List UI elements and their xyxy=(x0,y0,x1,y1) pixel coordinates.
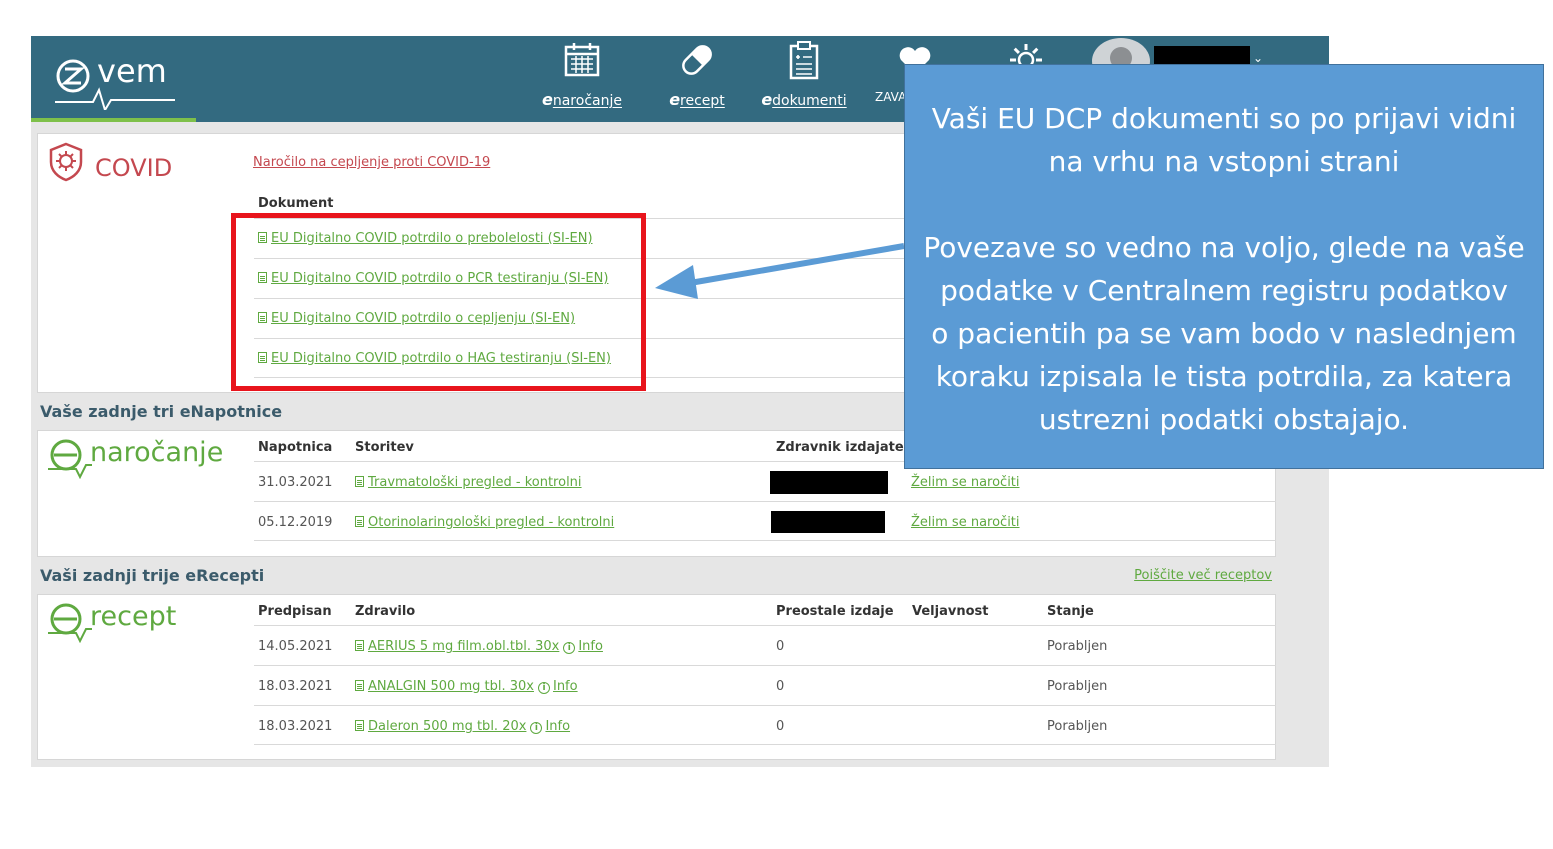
napotnice-heading: Vaše zadnje tri eNapotnice xyxy=(40,402,283,421)
calendar-icon xyxy=(564,43,600,77)
recepti-panel: recept Predpisan Zdravilo Preostale izda… xyxy=(37,594,1276,760)
prescribed-date: 18.03.2021 xyxy=(258,679,333,694)
nav-edokumenti[interactable]: edokumenti xyxy=(753,36,855,122)
column-header-zdravilo: Zdravilo xyxy=(355,604,416,619)
column-header-dokument: Dokument xyxy=(258,196,334,211)
prescribed-date: 14.05.2021 xyxy=(258,639,333,654)
callout-box: Vaši EU DCP dokumenti so po prijavi vidn… xyxy=(904,64,1544,469)
recepti-table: Predpisan Zdravilo Preostale izdaje Velj… xyxy=(254,595,1276,761)
highlight-box xyxy=(231,213,646,391)
redacted-username xyxy=(1154,46,1250,66)
column-header-preostale: Preostale izdaje xyxy=(776,604,894,619)
table-row: 05.12.2019 Otorinolaringološki pregled -… xyxy=(254,501,1276,541)
column-header-storitev: Storitev xyxy=(355,440,414,455)
book-appointment-link[interactable]: Želim se naročiti xyxy=(911,475,1020,490)
callout-line: podatke v Centralnem registru podatkov xyxy=(940,274,1508,307)
status: Porabljen xyxy=(1047,639,1108,654)
redacted-doctor xyxy=(771,511,885,533)
recepti-heading: Vaši zadnji trije eRecepti xyxy=(40,566,265,585)
table-row: 18.03.2021 Daleron 500 mg tbl. 20x i Info … xyxy=(254,705,1276,745)
drug-link[interactable]: AERIUS 5 mg film.obl.tbl. 30x xyxy=(368,639,559,654)
chevron-down-icon[interactable]: ⌄ xyxy=(1253,51,1263,65)
nav-erecept-label: recept xyxy=(680,93,725,109)
column-header-veljavnost: Veljavnost xyxy=(912,604,989,619)
remaining-count: 0 xyxy=(776,639,785,654)
document-icon xyxy=(355,476,364,487)
info-link[interactable]: Info xyxy=(553,679,578,694)
status: Porabljen xyxy=(1047,719,1108,734)
column-header-stanje: Stanje xyxy=(1047,604,1094,619)
info-link[interactable]: Info xyxy=(545,719,570,734)
callout-line: Vaši EU DCP dokumenti so po prijavi vidn… xyxy=(931,102,1517,135)
covid-title: COVID xyxy=(95,154,173,182)
napotnica-date: 31.03.2021 xyxy=(258,475,333,490)
nav-erecept[interactable]: erecept xyxy=(653,36,741,122)
remaining-count: 0 xyxy=(776,679,785,694)
enarocanje-logo-text: naročanje xyxy=(90,437,224,468)
svg-text:vem: vem xyxy=(97,52,167,90)
info-icon[interactable]: i xyxy=(563,642,576,654)
vaccination-order-link[interactable]: Naročilo na cepljenje proti COVID-19 xyxy=(253,155,490,170)
service-link[interactable]: Otorinolaringološki pregled - kontrolni xyxy=(368,515,614,530)
nav-edokumenti-label: dokumenti xyxy=(772,93,847,109)
active-tab-indicator xyxy=(31,118,196,122)
redacted-doctor xyxy=(770,471,888,494)
prescribed-date: 18.03.2021 xyxy=(258,719,333,734)
nav-enarocanje[interactable]: enaročanje xyxy=(531,36,633,122)
info-icon[interactable]: i xyxy=(537,682,550,694)
nav-enarocanje-label: naročanje xyxy=(552,93,622,109)
callout-line: koraku izpisala le tista potrdila, za ka… xyxy=(935,360,1513,393)
table-row: 14.05.2021 AERIUS 5 mg film.obl.tbl. 30x… xyxy=(254,625,1276,665)
document-icon xyxy=(355,720,364,731)
clipboard-icon xyxy=(789,41,819,80)
zvem-logo[interactable]: vem xyxy=(53,44,195,113)
drug-link[interactable]: Daleron 500 mg tbl. 20x xyxy=(368,719,526,734)
column-header-predpisan: Predpisan xyxy=(258,604,332,619)
callout-line: Povezave so vedno na voljo, glede na vaš… xyxy=(923,231,1525,264)
erecept-logo: recept xyxy=(46,599,176,648)
table-row: 18.03.2021 ANALGIN 500 mg tbl. 30x i Info … xyxy=(254,665,1276,705)
drug-link[interactable]: ANALGIN 500 mg tbl. 30x xyxy=(368,679,534,694)
pill-icon xyxy=(682,45,712,75)
callout-line: na vrhu na vstopni strani xyxy=(1048,145,1400,178)
service-link[interactable]: Travmatološki pregled - kontrolni xyxy=(368,475,582,490)
document-icon xyxy=(355,640,364,651)
napotnica-date: 05.12.2019 xyxy=(258,515,333,530)
remaining-count: 0 xyxy=(776,719,785,734)
callout-line: o pacientih pa se vam bodo v naslednjem xyxy=(931,317,1517,350)
more-prescriptions-link[interactable]: Poiščite več receptov xyxy=(1134,568,1272,583)
callout-line: ustrezni podatki obstajajo. xyxy=(1038,403,1410,436)
info-link[interactable]: Info xyxy=(578,639,603,654)
status: Porabljen xyxy=(1047,679,1108,694)
e-logo-icon xyxy=(48,603,92,644)
e-logo-icon xyxy=(48,439,92,480)
virus-shield-icon xyxy=(49,142,83,182)
info-icon[interactable]: i xyxy=(530,722,543,734)
erecept-logo-text: recept xyxy=(90,601,177,632)
enarocanje-logo: naročanje xyxy=(46,435,223,484)
document-icon xyxy=(355,516,364,527)
document-icon xyxy=(355,680,364,691)
column-header-napotnica: Napotnica xyxy=(258,440,333,455)
book-appointment-link[interactable]: Želim se naročiti xyxy=(911,515,1020,530)
column-header-zdravnik: Zdravnik izdajatelj xyxy=(776,440,913,455)
